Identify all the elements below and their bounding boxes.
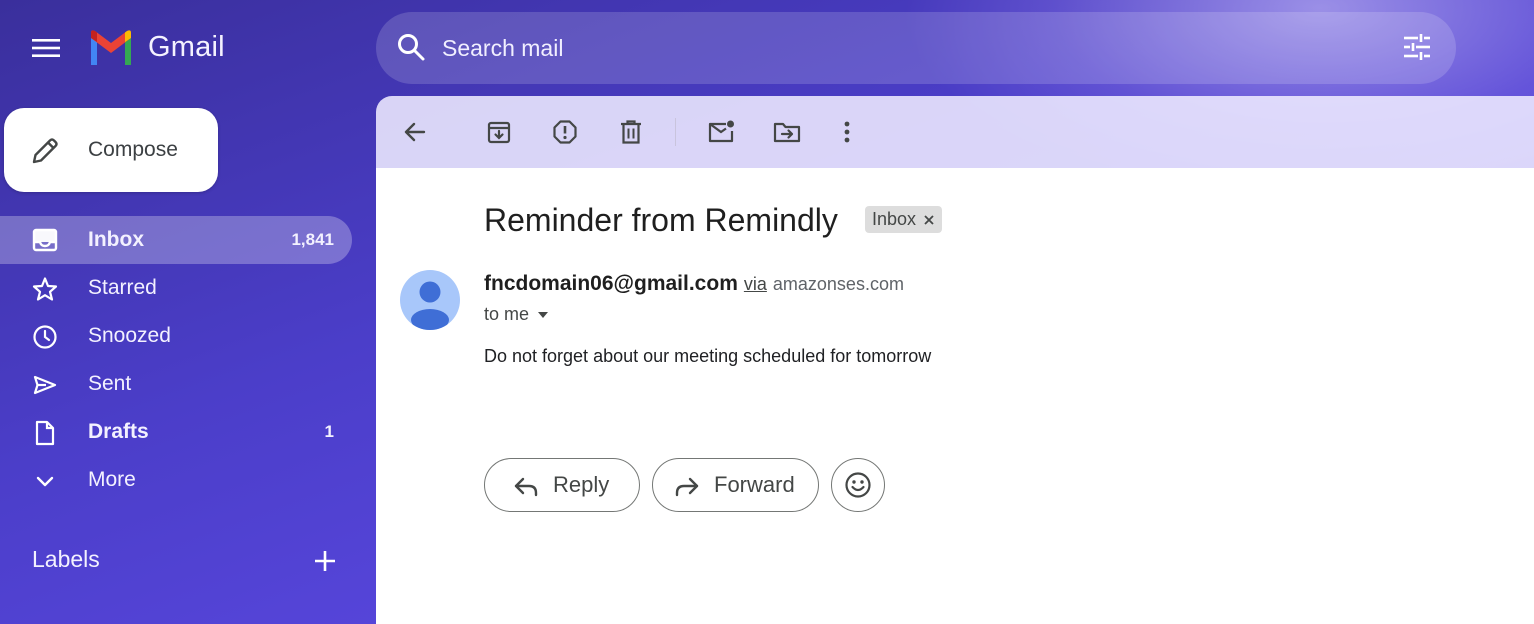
compose-button[interactable]: Compose	[4, 108, 218, 192]
forward-icon	[674, 474, 700, 498]
toolbar-divider	[675, 118, 676, 146]
sidebar-item-inbox[interactable]: Inbox 1,841	[0, 216, 352, 264]
gmail-m-icon	[88, 29, 134, 65]
reply-label: Reply	[553, 472, 610, 497]
main-menu-button[interactable]	[22, 24, 70, 72]
back-button[interactable]	[393, 110, 437, 154]
sender-name[interactable]: fncdomain06@gmail.com	[484, 272, 738, 296]
sidebar-item-label: Snoozed	[88, 324, 171, 347]
reply-icon	[513, 474, 539, 498]
clock-icon	[32, 324, 58, 350]
draft-count: 1	[324, 422, 334, 441]
avatar[interactable]	[400, 270, 460, 330]
mark-unread-button[interactable]	[699, 110, 743, 154]
compose-label: Compose	[88, 138, 178, 161]
forward-label: Forward	[714, 472, 795, 497]
sidebar-item-label: Inbox	[88, 228, 144, 251]
sender-line: fncdomain06@gmail.com via amazonses.com	[484, 272, 904, 296]
back-icon	[403, 120, 427, 144]
caret-down-icon[interactable]	[537, 311, 549, 319]
chevron-down-icon	[32, 468, 58, 494]
labels-heading: Labels	[32, 546, 100, 572]
app-name: Gmail	[148, 30, 225, 63]
message-toolbar	[376, 96, 1534, 168]
gmail-logo[interactable]: Gmail	[88, 29, 225, 65]
sidebar-item-starred[interactable]: Starred	[0, 264, 352, 312]
message-panel: Reminder from Remindly Inbox fncdomain06…	[376, 168, 1534, 624]
sidebar-item-drafts[interactable]: Drafts 1	[0, 408, 352, 456]
draft-icon	[32, 420, 58, 446]
via-domain: amazonses.com	[772, 274, 904, 294]
forward-button[interactable]: Forward	[652, 458, 819, 512]
search-icon[interactable]	[396, 32, 426, 62]
move-to-icon	[773, 120, 801, 144]
label-chip-text: Inbox	[872, 209, 917, 229]
via-link[interactable]: via	[744, 274, 767, 295]
move-to-button[interactable]	[765, 110, 809, 154]
inbox-icon	[32, 228, 58, 252]
delete-icon	[619, 119, 643, 145]
more-vert-icon	[843, 120, 851, 144]
emoji-reaction-button[interactable]	[831, 458, 885, 512]
recipient-details[interactable]: to me	[484, 304, 549, 325]
archive-button[interactable]	[477, 110, 521, 154]
sidebar-nav: Inbox 1,841 Starred Snoozed Sent Drafts …	[0, 216, 352, 504]
emoji-icon	[844, 471, 872, 499]
hamburger-menu-icon	[32, 38, 60, 58]
sidebar-item-more[interactable]: More	[0, 456, 352, 504]
message-body: Do not forget about our meeting schedule…	[484, 346, 932, 366]
recipient-text: to me	[484, 304, 530, 324]
sidebar-item-label: Drafts	[88, 420, 149, 443]
plus-icon	[312, 548, 338, 574]
sidebar-item-snoozed[interactable]: Snoozed	[0, 312, 352, 360]
message-subject: Reminder from Remindly	[484, 202, 838, 238]
pencil-icon	[30, 136, 60, 166]
report-spam-icon	[552, 119, 578, 145]
tune-icon[interactable]	[1402, 32, 1432, 62]
unread-count: 1,841	[291, 230, 334, 249]
star-icon	[32, 276, 58, 302]
sidebar-item-label: More	[88, 468, 136, 491]
sidebar-item-label: Starred	[88, 276, 157, 299]
search-input[interactable]	[442, 26, 1342, 70]
search-bar[interactable]	[376, 12, 1456, 84]
close-icon[interactable]	[924, 214, 934, 225]
inbox-label-chip[interactable]: Inbox	[865, 206, 943, 233]
delete-button[interactable]	[609, 110, 653, 154]
report-spam-button[interactable]	[543, 110, 587, 154]
more-options-button[interactable]	[825, 110, 869, 154]
reply-button[interactable]: Reply	[484, 458, 640, 512]
mark-unread-icon	[707, 119, 735, 145]
sidebar-item-sent[interactable]: Sent	[0, 360, 352, 408]
send-icon	[32, 372, 58, 398]
archive-icon	[486, 119, 512, 145]
add-label-button[interactable]	[312, 548, 338, 574]
sidebar-item-label: Sent	[88, 372, 132, 395]
